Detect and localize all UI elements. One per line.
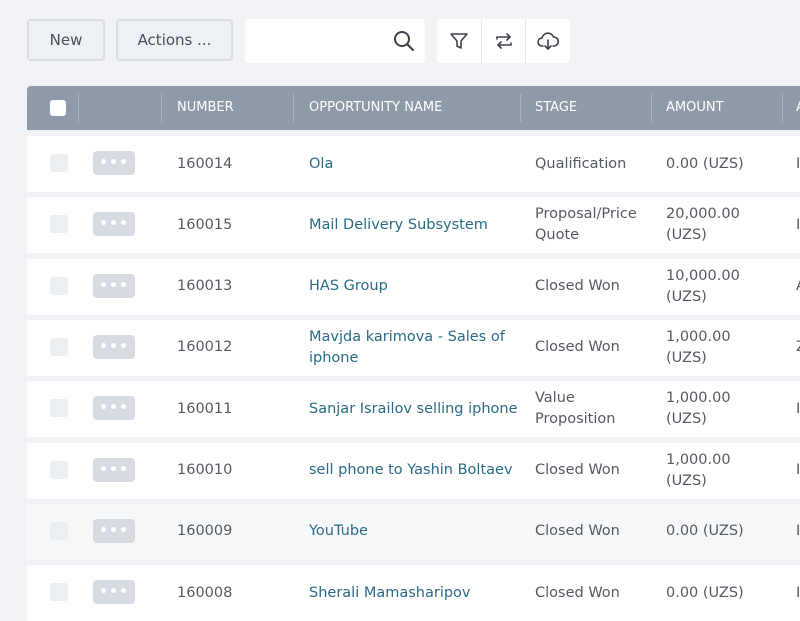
table-row[interactable]: ••• 160012 Mavjda karimova - Sales of ipho… (27, 319, 800, 376)
cell-stage: Closed Won (535, 278, 620, 295)
row-actions-button[interactable]: ••• (93, 273, 135, 298)
column-header-opportunity-name[interactable]: OPPORTUNITY NAME (309, 86, 442, 130)
cell-opportunity-name-link[interactable]: Mavjda karimova - Sales of iphone (309, 320, 525, 376)
cell-stage: Closed Won (535, 584, 620, 601)
cell-stage: Proposal/Price Quote (535, 206, 637, 244)
cell-number: 160011 (177, 400, 233, 417)
column-header-amount[interactable]: AMOUNT (666, 86, 724, 130)
cell-opportunity-name-link[interactable]: YouTube (309, 504, 525, 560)
table-row[interactable]: ••• 160010 sell phone to Yashin Boltaev Clo… (27, 442, 800, 499)
table-row[interactable]: ••• 160009 YouTube Closed Won 0.00 (UZS) I (27, 503, 800, 560)
row-checkbox[interactable] (50, 215, 68, 234)
cell-amount: 0.00 (UZS) (666, 584, 744, 601)
row-checkbox[interactable] (50, 337, 68, 356)
filter-icon[interactable] (437, 19, 482, 63)
cell-number: 160014 (177, 155, 233, 172)
row-actions-button[interactable]: ••• (93, 580, 135, 605)
column-divider (651, 94, 652, 122)
cell-amount: 1,000.00 (UZS) (666, 451, 731, 489)
cell-opportunity-name-link[interactable]: sell phone to Yashin Boltaev (309, 443, 525, 499)
cell-amount: 0.00 (UZS) (666, 155, 744, 172)
cell-amount: 1,000.00 (UZS) (666, 390, 731, 428)
cell-number: 160013 (177, 278, 233, 295)
row-actions-button[interactable]: ••• (93, 457, 135, 482)
cell-stage: Closed Won (535, 339, 620, 356)
row-checkbox[interactable] (50, 276, 68, 295)
cell-extra: I (796, 584, 800, 601)
cell-stage: Closed Won (535, 462, 620, 478)
column-header-number[interactable]: NUMBER (177, 86, 234, 130)
view-tools (437, 19, 570, 63)
search-box (245, 19, 425, 63)
cell-opportunity-name-link[interactable]: Sanjar Israilov selling iphone (309, 381, 525, 437)
table-row[interactable]: ••• 160015 Mail Delivery Subsystem Proposal… (27, 197, 800, 254)
column-header-extra[interactable]: A (796, 86, 800, 130)
table-header: NUMBER OPPORTUNITY NAME STAGE AMOUNT A (27, 86, 800, 130)
column-divider (293, 94, 294, 122)
cell-stage: Closed Won (535, 523, 620, 540)
cell-opportunity-name-link[interactable]: Ola (309, 136, 525, 192)
cell-number: 160012 (177, 339, 233, 356)
column-divider (782, 94, 783, 122)
new-button[interactable]: New (27, 19, 105, 61)
row-checkbox[interactable] (50, 521, 68, 540)
row-checkbox[interactable] (50, 460, 68, 479)
cell-amount: 20,000.00 (UZS) (666, 206, 740, 244)
cell-amount: 1,000.00 (UZS) (666, 328, 731, 366)
cell-opportunity-name-link[interactable]: Mail Delivery Subsystem (309, 197, 525, 253)
cell-extra: A (796, 259, 800, 315)
opportunities-table: NUMBER OPPORTUNITY NAME STAGE AMOUNT A •… (27, 86, 800, 621)
row-actions-button[interactable]: ••• (93, 212, 135, 237)
row-checkbox[interactable] (50, 583, 68, 602)
table-row[interactable]: ••• 160014 Ola Qualification 0.00 (UZS) I (27, 136, 800, 192)
column-divider (78, 94, 79, 122)
column-header-stage[interactable]: STAGE (535, 86, 577, 130)
column-divider (161, 94, 162, 122)
cell-extra: I (796, 216, 800, 233)
cell-number: 160008 (177, 584, 233, 601)
row-actions-button[interactable]: ••• (93, 396, 135, 421)
row-actions-button[interactable]: ••• (93, 334, 135, 359)
cell-extra: I (796, 400, 800, 417)
cell-extra: Z (796, 320, 800, 376)
select-all-checkbox[interactable] (50, 100, 66, 116)
row-checkbox[interactable] (50, 154, 68, 172)
sync-icon[interactable] (482, 19, 527, 63)
cell-stage: Value Proposition (535, 390, 616, 428)
table-row[interactable]: ••• 160008 Sherali Mamasharipov Closed Won 0… (27, 565, 800, 621)
cell-number: 160010 (177, 462, 233, 478)
search-input[interactable] (245, 19, 405, 63)
table-row[interactable]: ••• 160013 HAS Group Closed Won 10,000.00 (U… (27, 258, 800, 315)
cell-number: 160009 (177, 523, 233, 540)
cell-amount: 10,000.00 (UZS) (666, 267, 740, 305)
cell-opportunity-name-link[interactable]: Sherali Mamasharipov (309, 565, 525, 621)
cell-stage: Qualification (535, 155, 627, 172)
cell-opportunity-name-link[interactable]: HAS Group (309, 259, 525, 315)
cloud-download-icon[interactable] (526, 19, 570, 63)
cell-number: 160015 (177, 216, 233, 233)
row-checkbox[interactable] (50, 399, 68, 418)
cell-extra: I (796, 523, 800, 540)
cell-extra: I (796, 155, 800, 172)
actions-button[interactable]: Actions ... (116, 19, 233, 61)
cell-extra: I (796, 462, 800, 478)
table-row[interactable]: ••• 160011 Sanjar Israilov selling iphone V… (27, 381, 800, 438)
search-icon[interactable] (393, 30, 415, 52)
cell-amount: 0.00 (UZS) (666, 523, 744, 540)
column-divider (520, 94, 521, 122)
row-actions-button[interactable]: ••• (93, 151, 135, 175)
row-actions-button[interactable]: ••• (93, 518, 135, 543)
